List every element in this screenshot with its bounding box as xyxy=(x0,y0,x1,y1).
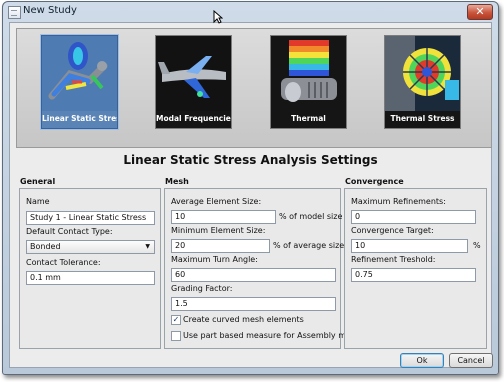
window-title: New Study xyxy=(23,5,77,16)
refinement-threshold-field[interactable]: 0.75 xyxy=(351,268,476,282)
engine-thermal-thumbnail-icon xyxy=(271,36,346,111)
contact-type-value: Bonded xyxy=(30,242,61,251)
cancel-button[interactable]: Cancel xyxy=(449,353,493,368)
mesh-panel: Average Element Size: 10 % of model size… xyxy=(164,188,360,349)
study-tile-modal-frequencies[interactable]: Modal Frequencies xyxy=(155,35,232,129)
ok-button[interactable]: Ok xyxy=(400,353,444,368)
study-label: Thermal Stress xyxy=(390,114,455,123)
refinement-threshold-label: Refinement Treshold: xyxy=(351,255,436,264)
suspension-stress-thumbnail-icon xyxy=(42,36,117,111)
title-bar[interactable]: New Study ✕ xyxy=(3,2,498,22)
name-label: Name xyxy=(26,197,50,206)
min-element-size-unit: % of average size xyxy=(273,241,345,250)
dialog-body: Linear Static Stress Modal Frequencies T… xyxy=(9,22,493,368)
study-tile-thermal-stress[interactable]: Thermal Stress xyxy=(384,35,461,129)
max-refinements-field[interactable]: 0 xyxy=(351,210,476,224)
chevron-down-icon: ▼ xyxy=(145,243,150,250)
convergence-target-field[interactable]: 10 xyxy=(351,239,468,253)
grading-factor-label: Grading Factor: xyxy=(171,284,233,293)
convergence-section-title: Convergence xyxy=(345,177,404,186)
curved-mesh-label: Create curved mesh elements xyxy=(183,315,304,324)
mesh-section-title: Mesh xyxy=(165,177,189,186)
contact-tolerance-label: Contact Tolerance: xyxy=(26,258,101,267)
study-label: Modal Frequencies xyxy=(156,114,232,123)
study-name-field[interactable]: Study 1 - Linear Static Stress xyxy=(26,211,155,225)
window-icon xyxy=(8,6,21,19)
contact-type-label: Default Contact Type: xyxy=(26,227,113,236)
max-turn-angle-field[interactable]: 60 xyxy=(171,268,336,282)
min-element-size-label: Minimum Element Size: xyxy=(171,226,266,235)
study-type-strip: Linear Static Stress Modal Frequencies T… xyxy=(16,28,492,148)
general-panel: Name Study 1 - Linear Static Stress Defa… xyxy=(19,188,161,349)
grading-factor-field[interactable]: 1.5 xyxy=(171,297,336,311)
part-based-measure-label: Use part based measure for Assembly mesh xyxy=(183,331,361,340)
study-label: Thermal xyxy=(291,114,326,123)
convergence-target-label: Convergence Target: xyxy=(351,226,434,235)
new-study-dialog: New Study ✕ Linear Static Stress Modal F… xyxy=(2,1,499,375)
convergence-panel: Maximum Refinements: 0 Convergence Targe… xyxy=(344,188,487,349)
avg-element-size-unit: % of model size xyxy=(279,212,343,221)
close-button[interactable]: ✕ xyxy=(467,4,493,20)
study-tile-thermal[interactable]: Thermal xyxy=(270,35,347,129)
study-label: Linear Static Stress xyxy=(42,114,118,123)
min-element-size-field[interactable]: 20 xyxy=(171,239,270,253)
study-tile-linear-static-stress[interactable]: Linear Static Stress xyxy=(41,35,118,129)
part-based-measure-checkbox[interactable] xyxy=(171,331,181,341)
aircraft-modal-thumbnail-icon xyxy=(156,36,231,111)
curved-mesh-checkbox[interactable]: ✓ xyxy=(171,315,181,325)
settings-heading: Linear Static Stress Analysis Settings xyxy=(123,153,378,167)
contact-type-dropdown[interactable]: Bonded ▼ xyxy=(26,240,155,254)
max-refinements-label: Maximum Refinements: xyxy=(351,197,446,206)
mouse-cursor-icon xyxy=(213,10,223,24)
turbine-thermal-stress-thumbnail-icon xyxy=(385,36,460,111)
max-turn-angle-label: Maximum Turn Angle: xyxy=(171,255,258,264)
general-section-title: General xyxy=(20,177,56,186)
contact-tolerance-field[interactable]: 0.1 mm xyxy=(26,271,155,285)
convergence-target-unit: % xyxy=(473,241,481,250)
avg-element-size-field[interactable]: 10 xyxy=(171,210,276,224)
avg-element-size-label: Average Element Size: xyxy=(171,197,262,206)
